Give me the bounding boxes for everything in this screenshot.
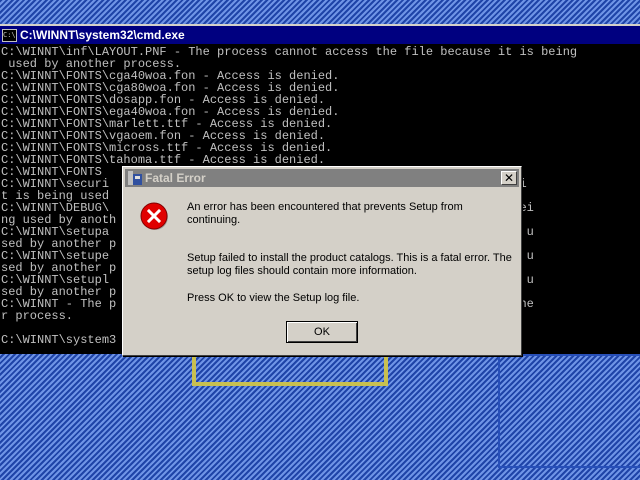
error-icon [140, 202, 168, 230]
desktop-yellow-frame [192, 356, 388, 386]
close-button[interactable]: ✕ [501, 171, 517, 185]
ok-button[interactable]: OK [286, 321, 358, 343]
setup-app-icon [128, 171, 142, 185]
console-app-icon: C:\ [2, 28, 17, 42]
dialog-title-bar[interactable]: Fatal Error ✕ [125, 169, 519, 187]
desktop-frame-line [498, 354, 640, 468]
fatal-error-dialog[interactable]: Fatal Error ✕ An error has been encounte… [122, 166, 522, 356]
error-message-detail: Setup failed to install the product cata… [187, 252, 512, 277]
error-message-primary: An error has been encountered that preve… [187, 201, 463, 226]
console-title: C:\WINNT\system32\cmd.exe [20, 28, 185, 42]
dialog-title: Fatal Error [145, 171, 206, 185]
error-message-instruction: Press OK to view the Setup log file. [187, 292, 360, 304]
console-title-bar[interactable]: C:\ C:\WINNT\system32\cmd.exe [0, 26, 640, 44]
close-icon: ✕ [503, 171, 515, 185]
